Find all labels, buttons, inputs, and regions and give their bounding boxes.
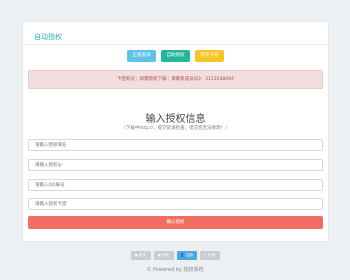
form-subheading: （下载中http://，提交前请检查，提交后无法修改！） — [121, 126, 230, 131]
card-title: 自动授权 — [34, 33, 62, 41]
confirm-authorize-button[interactable]: 确认授权 — [28, 216, 323, 229]
footer-authorize-button[interactable]: ◼ 授权 — [153, 251, 174, 260]
form-heading: 输入授权信息 — [145, 114, 206, 125]
footer-home-button[interactable]: ◼ 首页 — [130, 251, 151, 260]
card-divider — [23, 44, 328, 45]
key-input[interactable] — [28, 198, 323, 210]
footer-check-button[interactable]: ✔ 检测 — [199, 251, 220, 260]
action-buttons: 正版查询 自助授权 购买卡密 — [23, 50, 328, 62]
qq-input[interactable] — [28, 179, 323, 191]
genuine-check-button[interactable]: 正版查询 — [127, 50, 156, 62]
self-authorize-button[interactable]: 自助授权 — [161, 50, 190, 62]
footer-register-button[interactable]: 👤 注册 — [176, 251, 197, 260]
buy-key-button[interactable]: 购买卡密 — [195, 50, 224, 62]
authorization-card: 自动授权 正版查询 自助授权 购买卡密 卡密购买：如需授权下载｜请联系成员QQ：… — [22, 21, 329, 242]
domain-input[interactable] — [28, 139, 323, 151]
footer-copyright: © Powered by 授权系统 — [146, 267, 204, 273]
notice-alert: 卡密购买：如需授权下载｜请联系成员QQ：3113548094 — [28, 70, 323, 89]
footer-nav: ◼ 首页 ◼ 授权 👤 注册 ✔ 检测 — [0, 251, 350, 260]
ip-input[interactable] — [28, 159, 323, 171]
